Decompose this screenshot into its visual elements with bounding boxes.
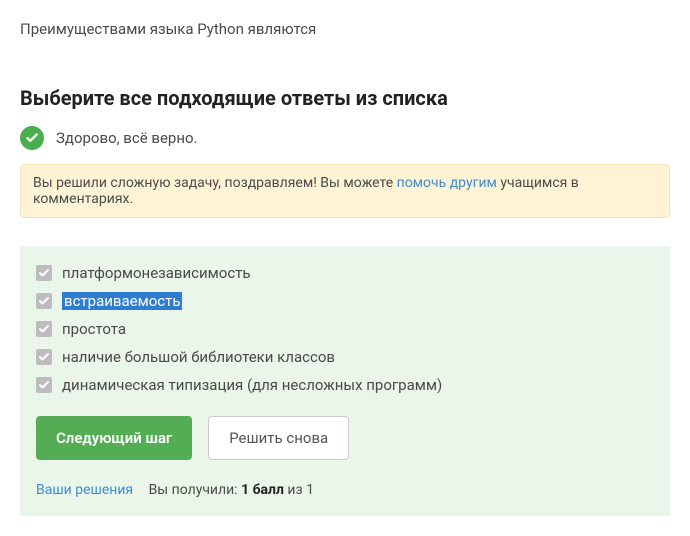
- buttons-row: Следующий шаг Решить снова: [36, 416, 654, 460]
- score-value: 1 балл: [241, 482, 284, 498]
- score-prefix: Вы получили:: [149, 482, 241, 498]
- answer-row: наличие большой библиотеки классов: [36, 348, 654, 366]
- checkbox-icon[interactable]: [36, 265, 52, 281]
- answer-row: встраиваемость: [36, 292, 654, 310]
- retry-button[interactable]: Решить снова: [208, 416, 349, 460]
- answer-row: динамическая типизация (для несложных пр…: [36, 376, 654, 394]
- checkbox-icon[interactable]: [36, 377, 52, 393]
- congrats-box: Вы решили сложную задачу, поздравляем! В…: [20, 164, 670, 218]
- score-suffix: из 1: [284, 482, 314, 498]
- feedback-text: Здорово, всё верно.: [56, 129, 198, 147]
- answer-row: платформонезависимость: [36, 264, 654, 282]
- check-circle-icon: [20, 126, 44, 150]
- question-text: Преимуществами языка Python являются: [20, 20, 670, 38]
- checkbox-icon[interactable]: [36, 321, 52, 337]
- checkbox-icon[interactable]: [36, 293, 52, 309]
- help-others-link[interactable]: помочь другим: [397, 175, 497, 191]
- your-solutions-link[interactable]: Ваши решения: [36, 482, 133, 498]
- feedback-row: Здорово, всё верно.: [20, 126, 670, 150]
- answer-label: платформонезависимость: [62, 264, 251, 282]
- answer-label: встраиваемость: [62, 292, 182, 310]
- next-step-button[interactable]: Следующий шаг: [36, 416, 192, 460]
- instruction-heading: Выберите все подходящие ответы из списка: [20, 86, 670, 110]
- congrats-before: Вы решили сложную задачу, поздравляем! В…: [33, 175, 397, 191]
- answers-block: платформонезависимость встраиваемость пр…: [20, 246, 670, 516]
- answer-label: динамическая типизация (для несложных пр…: [62, 376, 442, 394]
- checkbox-icon[interactable]: [36, 349, 52, 365]
- answer-label: наличие большой библиотеки классов: [62, 348, 335, 366]
- answer-label: простота: [62, 320, 126, 338]
- answer-row: простота: [36, 320, 654, 338]
- footer-row: Ваши решения Вы получили: 1 балл из 1: [36, 482, 654, 498]
